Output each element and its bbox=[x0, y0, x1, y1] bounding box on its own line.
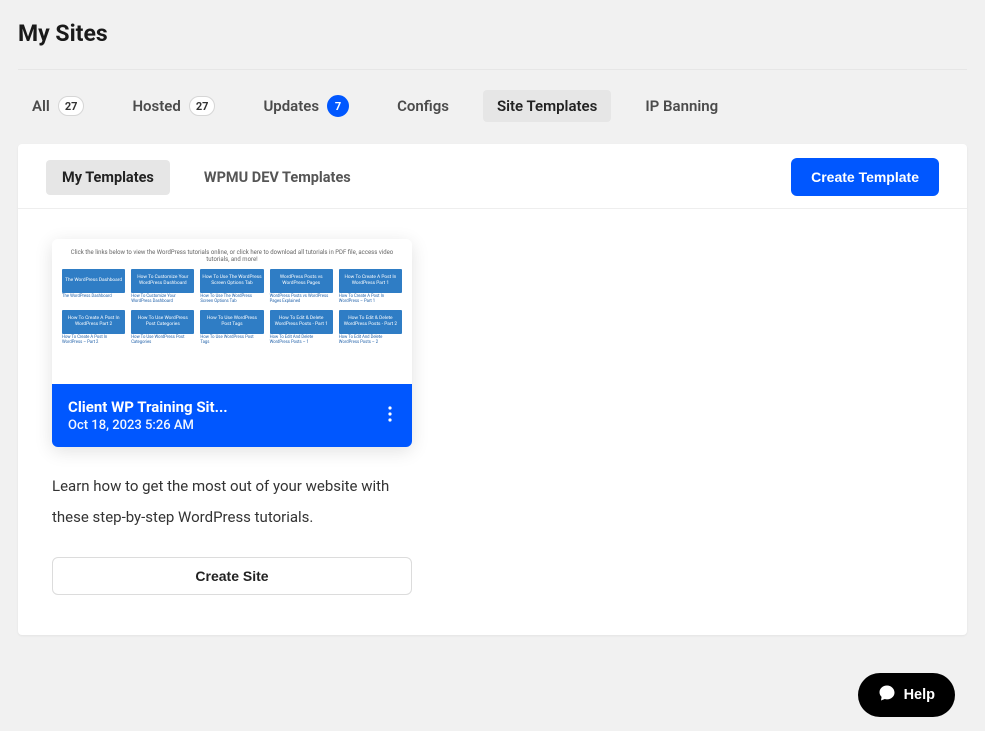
more-options-icon[interactable] bbox=[384, 402, 396, 430]
tab-ip-banning-label: IP Banning bbox=[645, 97, 718, 115]
chat-icon bbox=[878, 684, 896, 706]
thumb-tile-title: The WordPress Dashboard bbox=[62, 269, 125, 293]
tab-updates[interactable]: Updates 7 bbox=[249, 88, 363, 124]
thumb-tile: How To Edit & Delete WordPress Posts - P… bbox=[270, 310, 333, 345]
tab-site-templates[interactable]: Site Templates bbox=[483, 90, 611, 122]
tab-site-templates-label: Site Templates bbox=[497, 97, 597, 115]
thumb-tile: How To Create A Post In WordPress Part 1… bbox=[339, 269, 402, 304]
main-tabs: All 27 Hosted 27 Updates 7 Configs Site … bbox=[18, 70, 967, 144]
tab-configs-label: Configs bbox=[397, 97, 449, 115]
tab-hosted[interactable]: Hosted 27 bbox=[118, 89, 229, 123]
thumb-tile: How To Use WordPress Post Categories How … bbox=[131, 310, 194, 345]
thumb-tile-title: WordPress Posts vs WordPress Pages bbox=[270, 269, 333, 293]
thumb-tile: How To Use The WordPress Screen Options … bbox=[200, 269, 263, 304]
thumb-tile-sub: How To Customize Your WordPress Dashboar… bbox=[131, 295, 194, 304]
thumb-tile-sub: How To Edit And Delete WordPress Posts –… bbox=[270, 336, 333, 345]
tab-hosted-count: 27 bbox=[189, 96, 216, 116]
panel-body: Click the links below to view the WordPr… bbox=[18, 209, 967, 635]
help-button[interactable]: Help bbox=[858, 673, 955, 717]
tab-configs[interactable]: Configs bbox=[383, 90, 463, 122]
template-thumbnail: Click the links below to view the WordPr… bbox=[52, 239, 412, 384]
thumb-tile-title: How To Customize Your WordPress Dashboar… bbox=[131, 269, 194, 293]
tab-updates-label: Updates bbox=[263, 97, 319, 115]
thumb-tile: The WordPress Dashboard The WordPress Das… bbox=[62, 269, 125, 304]
template-card: Click the links below to view the WordPr… bbox=[52, 239, 412, 595]
thumb-tile-sub: How To Edit And Delete WordPress Posts –… bbox=[339, 336, 402, 345]
template-thumb-wrap: Click the links below to view the WordPr… bbox=[52, 239, 412, 447]
thumb-grid: The WordPress Dashboard The WordPress Das… bbox=[62, 269, 402, 345]
thumb-tile-title: How To Use WordPress Post Categories bbox=[131, 310, 194, 334]
templates-panel: My Templates WPMU DEV Templates Create T… bbox=[18, 144, 967, 635]
tab-all[interactable]: All 27 bbox=[18, 89, 98, 123]
thumb-tile-title: How To Edit & Delete WordPress Posts - P… bbox=[339, 310, 402, 334]
tab-hosted-label: Hosted bbox=[132, 97, 180, 115]
thumb-tile: How To Create A Post In WordPress Part 2… bbox=[62, 310, 125, 345]
tab-ip-banning[interactable]: IP Banning bbox=[631, 90, 732, 122]
template-date: Oct 18, 2023 5:26 AM bbox=[68, 418, 228, 433]
help-button-label: Help bbox=[904, 687, 935, 703]
subtab-my-templates[interactable]: My Templates bbox=[46, 160, 170, 195]
thumb-tile-title: How To Edit & Delete WordPress Posts - P… bbox=[270, 310, 333, 334]
tab-all-label: All bbox=[32, 97, 50, 115]
thumb-tile: How To Customize Your WordPress Dashboar… bbox=[131, 269, 194, 304]
thumb-tile-sub: How To Use WordPress Post Categories bbox=[131, 336, 194, 345]
thumb-tile-title: How To Create A Post In WordPress Part 2 bbox=[62, 310, 125, 334]
thumb-tile-sub: The WordPress Dashboard bbox=[62, 295, 125, 300]
thumb-tile: WordPress Posts vs WordPress Pages WordPr… bbox=[270, 269, 333, 304]
thumb-tile-sub: WordPress Posts vs WordPress Pages Expla… bbox=[270, 295, 333, 304]
thumb-tile-title: How To Use WordPress Post Tags bbox=[200, 310, 263, 334]
template-title-block: Client WP Training Sit... Oct 18, 2023 5… bbox=[68, 398, 228, 433]
thumb-tile-sub: How To Create A Post In WordPress – Part… bbox=[62, 336, 125, 345]
thumb-tile: How To Edit & Delete WordPress Posts - P… bbox=[339, 310, 402, 345]
thumb-tile: How To Use WordPress Post Tags How To Use… bbox=[200, 310, 263, 345]
subtabs: My Templates WPMU DEV Templates bbox=[46, 160, 367, 195]
thumb-tile-sub: How To Use The WordPress Screen Options … bbox=[200, 295, 263, 304]
tab-all-count: 27 bbox=[58, 96, 85, 116]
panel-head: My Templates WPMU DEV Templates Create T… bbox=[18, 144, 967, 209]
create-template-button[interactable]: Create Template bbox=[791, 158, 939, 196]
thumb-tile-sub: How To Use WordPress Post Tags bbox=[200, 336, 263, 345]
template-description: Learn how to get the most out of your we… bbox=[52, 471, 412, 533]
thumb-tile-sub: How To Create A Post In WordPress – Part… bbox=[339, 295, 402, 304]
thumb-tile-title: How To Create A Post In WordPress Part 1 bbox=[339, 269, 402, 293]
template-title-bar: Client WP Training Sit... Oct 18, 2023 5… bbox=[52, 384, 412, 447]
create-site-button[interactable]: Create Site bbox=[52, 557, 412, 595]
page-title: My Sites bbox=[18, 20, 967, 70]
thumb-caption: Click the links below to view the WordPr… bbox=[62, 249, 402, 263]
thumb-tile-title: How To Use The WordPress Screen Options … bbox=[200, 269, 263, 293]
tab-updates-count: 7 bbox=[327, 95, 349, 117]
subtab-wpmu-dev[interactable]: WPMU DEV Templates bbox=[188, 160, 367, 195]
template-title: Client WP Training Sit... bbox=[68, 398, 228, 416]
